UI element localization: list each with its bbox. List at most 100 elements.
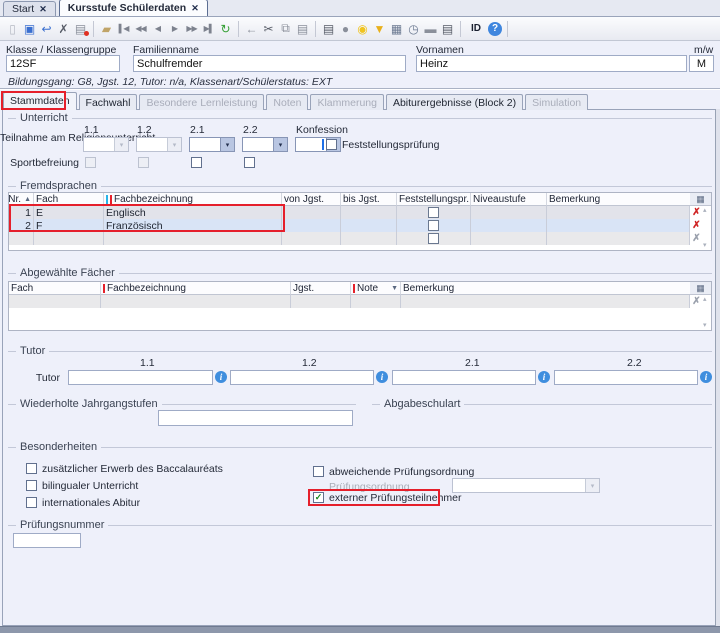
col-note[interactable]: Note▼ [351,282,401,295]
abweichende-pruefungsordnung-checkbox[interactable] [313,466,324,477]
scroll-up-icon[interactable]: ▴ [703,206,707,214]
col-header-21: 2.1 [190,124,205,136]
chevron-down-icon[interactable]: ▾ [220,138,234,151]
religion-combo-22[interactable]: ▾ [242,137,288,152]
wiederholte-field[interactable] [158,410,353,426]
col-von-jgst[interactable]: von Jgst. [282,193,341,206]
religion-combo-21[interactable]: ▾ [189,137,235,152]
tutor-col-22: 2.2 [627,357,642,369]
tutor-col-12: 1.2 [302,357,317,369]
tutor-field-21[interactable] [392,370,536,385]
group-unterricht-title: Unterricht [16,112,72,124]
edit-form-icon[interactable]: ▤ [73,20,88,37]
table-row-empty[interactable]: ✗ [9,232,711,245]
feststellungspr-checkbox[interactable] [428,233,439,244]
previous-record-icon[interactable]: ◀ [150,20,165,37]
new-document-icon[interactable]: ▯ [5,20,20,37]
info-icon[interactable]: i [700,371,712,383]
delete-record-icon[interactable]: ✗ [56,20,71,37]
bottom-bar [0,626,720,633]
filter-marker-red [353,284,355,293]
sportbefreiung-checkbox-11 [85,157,96,168]
info-icon[interactable]: i [538,371,550,383]
last-record-icon[interactable]: ▶▌ [201,20,216,37]
feststellungspr-checkbox[interactable] [428,207,439,218]
help-icon[interactable]: ? [488,22,502,36]
table-row-empty[interactable]: ✗ [9,295,711,308]
mw-field[interactable] [689,55,714,72]
scroll-up-icon[interactable]: ▴ [703,295,707,303]
tab-abiturergebnisse[interactable]: Abiturergebnisse (Block 2) [386,94,523,110]
tab-simulation: Simulation [525,94,588,110]
cell-von-jgst [282,219,341,232]
fast-next-icon[interactable]: ▶▶ [184,20,199,37]
grid-icon[interactable]: ▦ [389,20,404,37]
undo-icon[interactable]: ↩ [39,20,54,37]
col-bemerkung[interactable]: Bemerkung [547,193,690,206]
group-tutor-title: Tutor [16,345,49,357]
scroll-down-icon[interactable]: ▾ [703,321,707,329]
info-icon[interactable]: i [215,371,227,383]
tab-start[interactable]: Start ✕ [3,1,56,16]
close-icon[interactable]: ✕ [191,3,199,14]
print-icon[interactable]: ▤ [321,20,336,37]
window-tab-bar: Start ✕ Kursstufe Schülerdaten ✕ [0,0,720,17]
tutor-field-11[interactable] [68,370,213,385]
refresh-icon[interactable]: ↻ [218,20,233,37]
group-fremdsprachen-title: Fremdsprachen [16,180,101,192]
col-bemerkung[interactable]: Bemerkung [401,282,690,295]
col-feststellungspr[interactable]: Feststellungspr. [397,193,471,206]
scroll-down-icon[interactable]: ▾ [703,241,707,249]
annotation-stammdaten-tab [1,91,66,110]
tab-kursstufe-schuelerdaten[interactable]: Kursstufe Schülerdaten ✕ [59,0,208,16]
card-icon[interactable]: ▬ [423,20,438,37]
col-niveaustufe[interactable]: Niveaustufe [471,193,547,206]
fast-previous-icon[interactable]: ◀◀ [133,20,148,37]
close-icon[interactable]: ✕ [39,4,47,15]
paste-icon[interactable]: ▤ [295,20,310,37]
sportbefreiung-checkbox-21[interactable] [191,157,202,168]
next-record-icon[interactable]: ▶ [167,20,182,37]
clock-icon[interactable]: ◷ [406,20,421,37]
internationales-abitur-checkbox[interactable] [26,497,37,508]
first-record-icon[interactable]: ▌◀ [116,20,131,37]
detail-tab-bar: Stammdaten Fachwahl Besondere Lernleistu… [3,92,590,110]
save-icon[interactable]: ▣ [22,20,37,37]
chevron-down-icon: ▾ [585,479,599,492]
print-list-icon[interactable]: ▤ [440,20,455,37]
tab-fachwahl[interactable]: Fachwahl [79,94,138,110]
baccalaureats-checkbox[interactable] [26,463,37,474]
export-icon[interactable]: ● [338,20,353,37]
back-icon[interactable]: ← [244,20,259,37]
familienname-field[interactable] [133,55,406,72]
delete-row-icon[interactable]: ✗ [690,219,703,232]
col-fachbezeichnung[interactable]: Fachbezeichnung [101,282,291,295]
delete-row-icon[interactable]: ✗ [690,206,703,219]
klasse-field[interactable] [6,55,120,72]
table-config-button[interactable]: ▦ [690,282,711,295]
vornamen-field[interactable] [416,55,687,72]
folder-icon[interactable]: ▰ [99,20,114,37]
copy-icon[interactable]: ⧉ [278,20,293,37]
pruefungsnummer-field[interactable] [13,533,81,548]
bilingual-checkbox[interactable] [26,480,37,491]
table-config-button[interactable]: ▦ [690,193,711,206]
col-fach[interactable]: Fach [9,282,101,295]
sportbefreiung-checkbox-22[interactable] [244,157,255,168]
delete-row-icon-disabled: ✗ [690,295,703,308]
tutor-field-12[interactable] [230,370,374,385]
toolbar-separator [507,21,508,37]
filter-icon[interactable]: ▼ [372,20,387,37]
cut-icon[interactable]: ✂ [261,20,276,37]
chevron-down-icon[interactable]: ▾ [273,138,287,151]
id-button[interactable]: ID [466,20,486,37]
hint-icon[interactable]: ◉ [355,20,370,37]
info-icon[interactable]: i [376,371,388,383]
tutor-field-22[interactable] [554,370,698,385]
col-bis-jgst[interactable]: bis Jgst. [341,193,397,206]
sort-asc-icon: ▲ [24,196,31,203]
feststellungspruefung-checkbox[interactable] [326,139,337,150]
feststellungspr-checkbox[interactable] [428,220,439,231]
col-jgst[interactable]: Jgst. [291,282,351,295]
toolbar-separator [93,21,94,37]
